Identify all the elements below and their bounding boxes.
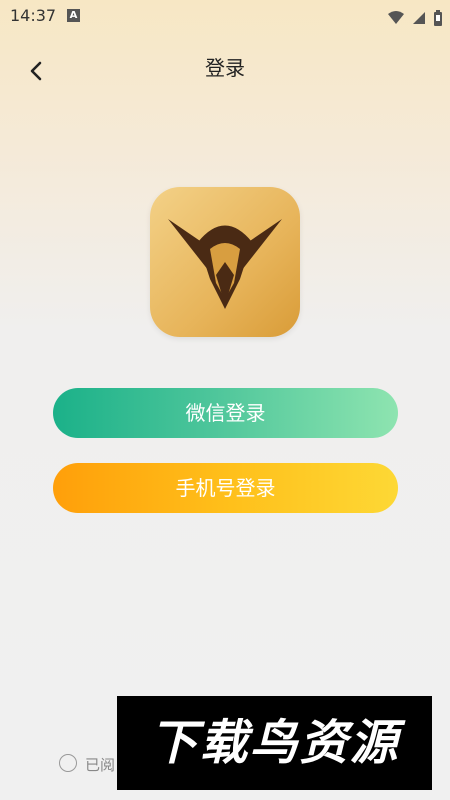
signal-icon xyxy=(412,11,425,24)
app-logo-icon xyxy=(168,219,282,309)
notification-icon: A xyxy=(67,9,80,22)
status-bar: 14:37 A xyxy=(0,0,450,32)
watermark: 下载鸟资源 xyxy=(117,696,432,790)
phone-login-button[interactable]: 手机号登录 xyxy=(53,463,398,513)
agreement-text: 已阅 xyxy=(85,756,116,774)
wifi-icon xyxy=(387,10,404,24)
status-icons xyxy=(385,7,442,26)
wechat-login-button[interactable]: 微信登录 xyxy=(53,388,398,438)
battery-icon xyxy=(434,9,442,26)
app-logo xyxy=(150,187,300,337)
status-time: 14:37 xyxy=(10,6,57,25)
watermark-text: 下载鸟资源 xyxy=(149,715,400,771)
agreement-checkbox[interactable] xyxy=(59,754,77,772)
page-title: 登录 xyxy=(205,56,245,80)
